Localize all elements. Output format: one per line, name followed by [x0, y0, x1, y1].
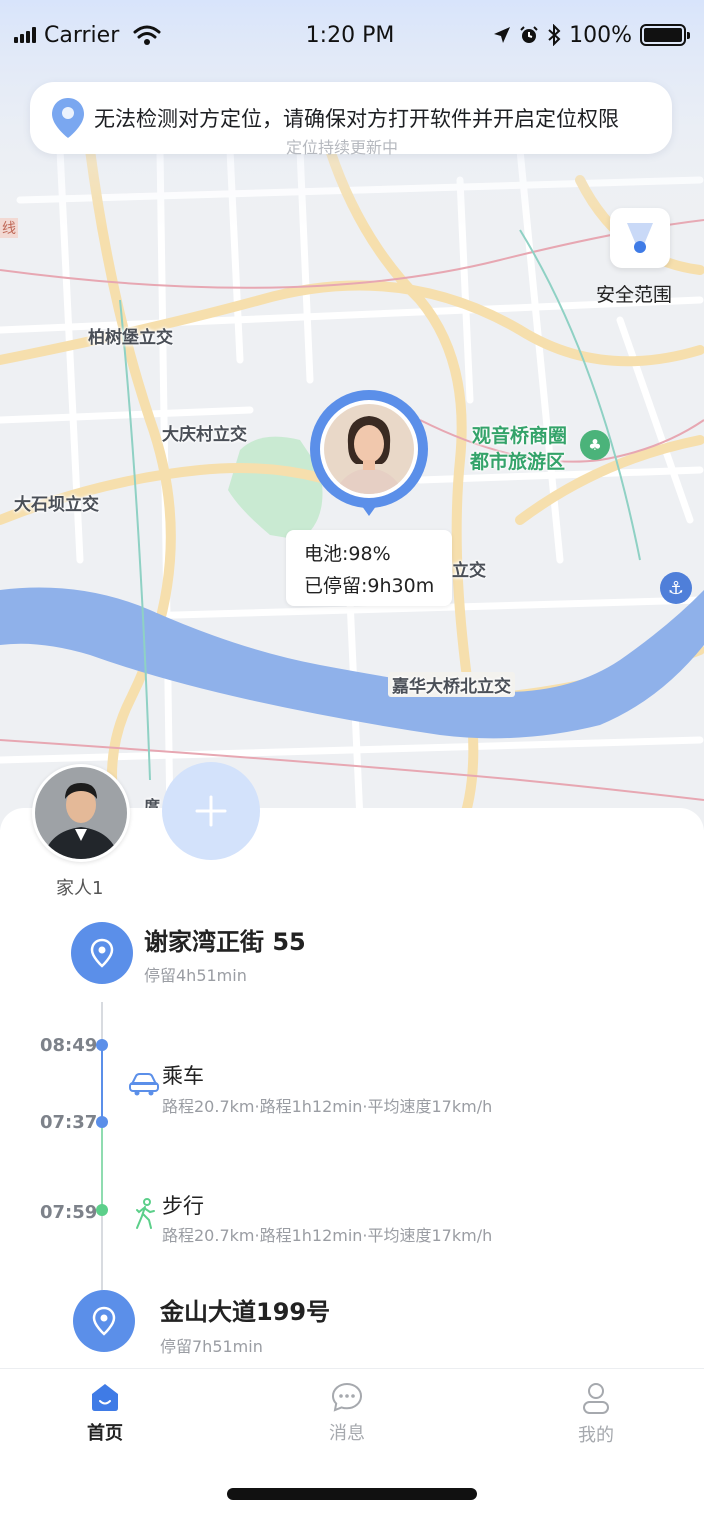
user-icon — [583, 1383, 609, 1414]
tab-profile[interactable]: 我的 — [536, 1381, 656, 1447]
member-name-1: 家人1 — [56, 878, 104, 899]
member-photo — [35, 767, 127, 859]
place-stay-top: 停留4h51min — [144, 966, 247, 985]
segment-mode: 步行 — [162, 1194, 204, 1218]
wifi-icon — [133, 25, 161, 45]
place-name-top: 谢家湾正街 55 — [144, 928, 306, 956]
map-label-da-shi-ba: 大石坝立交 — [14, 495, 99, 515]
location-pin-icon — [92, 1306, 116, 1336]
safe-range-label: 安全范围 — [596, 284, 673, 306]
add-member-button[interactable] — [162, 762, 260, 860]
location-pin-icon — [90, 938, 114, 968]
battery-percent: 100% — [569, 22, 632, 48]
segment-detail: 路程20.7km·路程1h12min·平均速度17km/h — [162, 1226, 493, 1245]
member-avatar-1[interactable] — [32, 764, 130, 862]
carrier-name: Carrier — [44, 22, 120, 48]
park-icon: ♣ — [580, 430, 610, 460]
segment-start-time: 08:49 — [40, 1035, 98, 1056]
battery-icon — [640, 24, 690, 46]
map-label-partial-jiao: 立交 — [452, 561, 486, 581]
safe-range-button[interactable] — [610, 208, 670, 268]
safe-range-icon — [627, 223, 653, 253]
stay-info: 已停留:9h30m — [304, 575, 435, 597]
map-partial-label-xian: 线 — [0, 218, 18, 238]
place-stay-bottom: 停留7h51min — [160, 1337, 263, 1356]
anchor-icon: ⚓ — [660, 572, 692, 604]
home-icon — [92, 1384, 118, 1411]
location-arrow-icon — [494, 27, 511, 43]
map-label-du-shi-lv-you: 都市旅游区 — [470, 451, 566, 473]
map-label-da-qing-cun: 大庆村立交 — [162, 425, 247, 445]
place-pin-bottom[interactable] — [73, 1290, 135, 1352]
tab-messages[interactable]: 消息 — [287, 1381, 407, 1445]
tab-profile-label: 我的 — [578, 1425, 614, 1446]
status-bar: Carrier 1:20 PM 100% — [0, 0, 704, 70]
person-info-card: 电池:98% 已停留:9h30m — [286, 530, 452, 606]
timeline-dot — [96, 1204, 108, 1216]
map-label-jia-hua: 嘉华大桥北立交 — [388, 672, 515, 697]
battery-info: 电池:98% — [304, 543, 391, 565]
timeline-dot — [96, 1116, 108, 1128]
segment-detail: 路程20.7km·路程1h12min·平均速度17km/h — [162, 1097, 493, 1116]
bluetooth-icon — [548, 24, 561, 46]
person-avatar — [324, 404, 414, 494]
tab-home[interactable]: 首页 — [45, 1381, 165, 1445]
home-indicator — [227, 1488, 477, 1500]
plus-icon — [195, 795, 227, 827]
place-name-bottom: 金山大道199号 — [160, 1298, 331, 1326]
tab-messages-label: 消息 — [329, 1423, 365, 1444]
walk-icon — [136, 1198, 155, 1229]
marker-pointer — [359, 502, 379, 516]
car-icon — [129, 1073, 159, 1096]
map-label-bai-shu-bao: 柏树堡立交 — [88, 328, 173, 348]
segment-start-time: 07:59 — [40, 1202, 98, 1223]
banner-text: 无法检测对方定位，请确保对方打开软件并开启定位权限 — [94, 107, 619, 131]
person-location-marker[interactable] — [310, 390, 428, 508]
segment-mode: 乘车 — [162, 1064, 204, 1088]
timeline-dot — [96, 1039, 108, 1051]
tab-home-label: 首页 — [87, 1423, 123, 1444]
signal-icon — [14, 27, 36, 43]
location-pin-icon — [52, 98, 84, 138]
banner-sub-text: 定位持续更新中 — [286, 138, 399, 157]
alarm-icon — [520, 26, 538, 43]
place-pin-top[interactable] — [71, 922, 133, 984]
map-label-guan-yin-qiao: 观音桥商圈 — [472, 425, 568, 447]
segment-end-time: 07:37 — [40, 1112, 98, 1133]
chat-icon — [331, 1382, 363, 1412]
status-time: 1:20 PM — [305, 22, 395, 48]
